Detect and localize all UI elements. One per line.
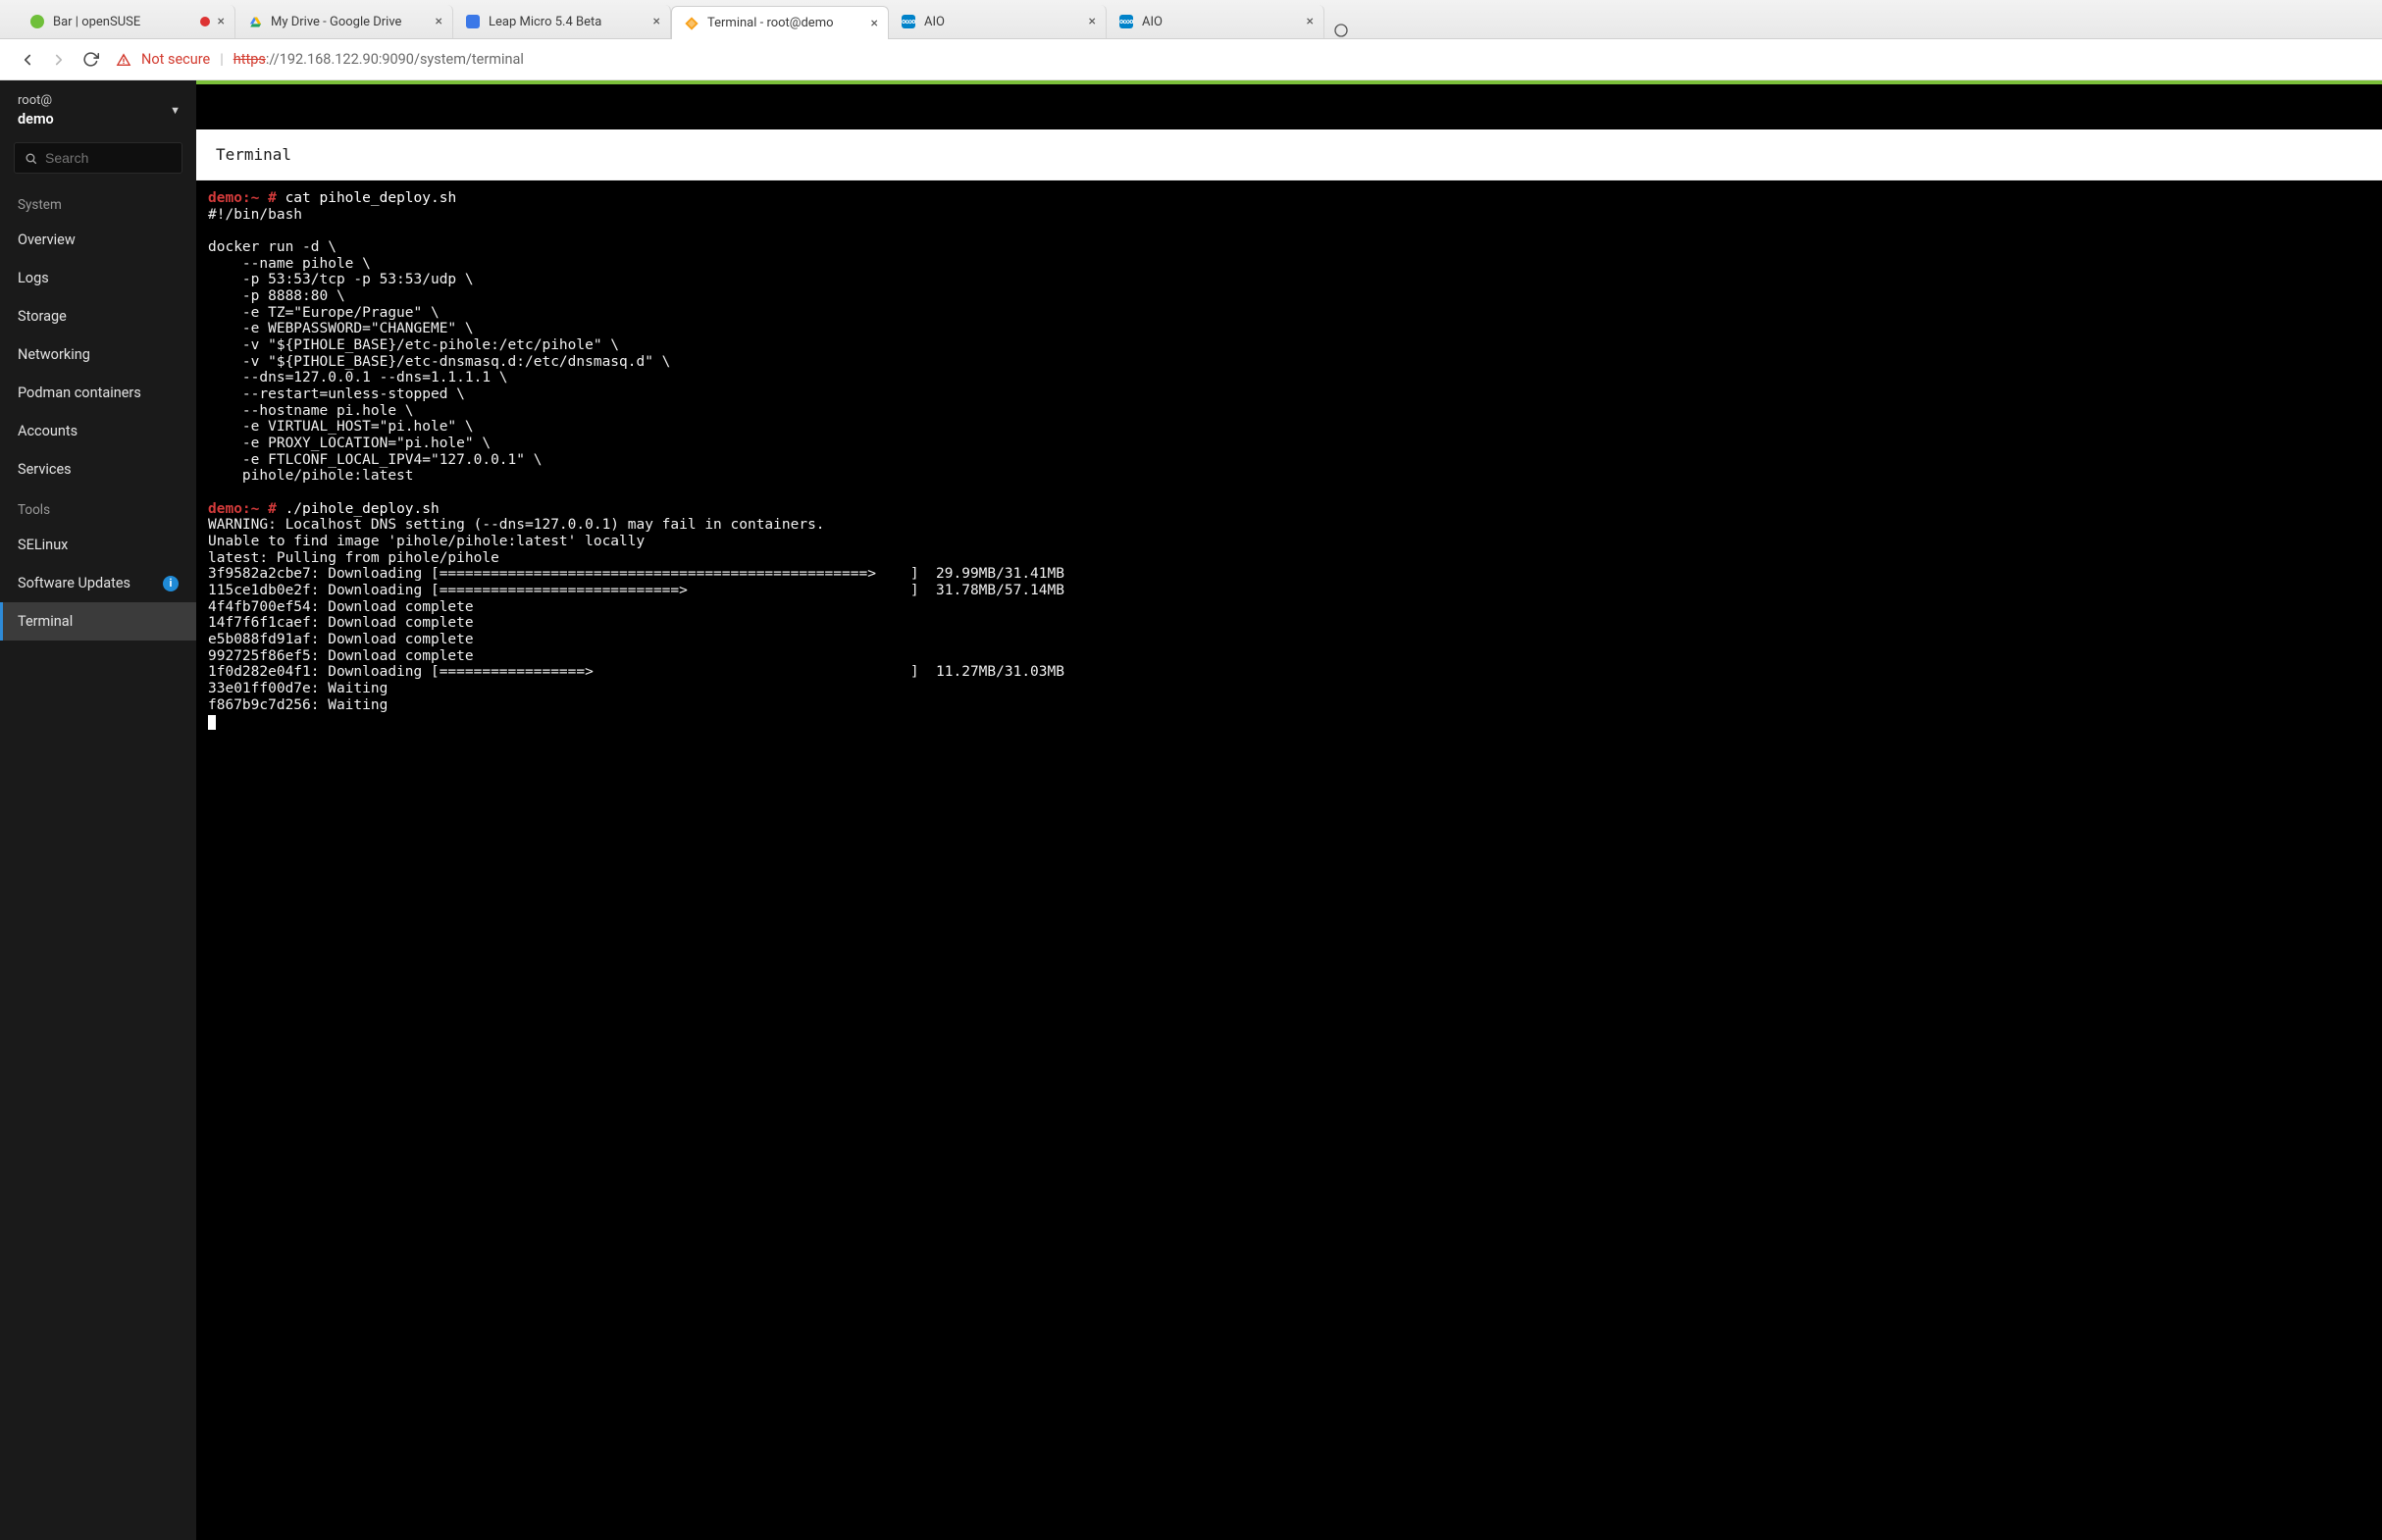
address-field[interactable]: Not secure | https://192.168.122.90:9090… (106, 45, 2370, 75)
sidebar-item-overview[interactable]: Overview (0, 221, 196, 259)
sidebar: root@ demo ▼ System Overview Logs Storage Ne… (0, 80, 196, 1540)
host-selector[interactable]: root@ demo ▼ (0, 80, 196, 138)
tab-title: Terminal - root@demo (707, 16, 863, 30)
tab-close-icon[interactable]: × (1307, 15, 1314, 28)
tab-favicon (29, 14, 45, 29)
tab-title: My Drive - Google Drive (271, 15, 428, 29)
tab-close-icon[interactable]: × (218, 15, 225, 28)
not-secure-label: Not secure (141, 51, 210, 68)
terminal-cursor (208, 715, 216, 730)
tab-favicon: o∞o (901, 14, 916, 29)
sidebar-item-updates[interactable]: Software Updates i (0, 564, 196, 602)
sidebar-item-label: Accounts (18, 423, 78, 439)
sidebar-item-label: Podman containers (18, 385, 141, 401)
terminal-output[interactable]: demo:~ # cat pihole_deploy.sh #!/bin/bas… (196, 180, 2382, 1540)
sidebar-item-storage[interactable]: Storage (0, 297, 196, 335)
tab-title: AIO (924, 15, 1081, 29)
sidebar-item-label: Services (18, 461, 72, 478)
sidebar-item-services[interactable]: Services (0, 450, 196, 488)
search-icon (25, 152, 37, 165)
info-badge-icon: i (163, 576, 179, 591)
sidebar-item-label: Storage (18, 308, 67, 325)
top-masthead (196, 84, 2382, 129)
host-name: demo (18, 110, 54, 129)
tab-title: Bar | openSUSE (53, 15, 194, 29)
tab-close-icon[interactable]: × (1089, 15, 1096, 28)
sidebar-item-label: Software Updates (18, 575, 130, 591)
sidebar-item-selinux[interactable]: SELinux (0, 526, 196, 564)
url-text: https://192.168.122.90:9090/system/termi… (233, 51, 524, 68)
sidebar-item-label: Logs (18, 270, 49, 286)
browser-address-bar: Not secure | https://192.168.122.90:9090… (0, 39, 2382, 80)
chevron-down-icon: ▼ (170, 104, 181, 117)
sidebar-item-label: Overview (18, 231, 76, 248)
sidebar-item-accounts[interactable]: Accounts (0, 412, 196, 450)
sidebar-item-label: SELinux (18, 537, 68, 553)
browser-tab[interactable]: Bar | openSUSE × (18, 5, 235, 38)
browser-tab[interactable]: o∞o AIO × (1107, 5, 1324, 38)
tab-favicon (684, 16, 699, 31)
browser-tabstrip: Bar | openSUSE×My Drive - Google Drive×L… (0, 0, 2382, 39)
nav-reload-button[interactable] (75, 44, 106, 76)
not-secure-icon (116, 52, 131, 68)
sidebar-section-label: System (0, 183, 196, 221)
search-input-wrap[interactable] (14, 142, 182, 174)
tab-title: Leap Micro 5.4 Beta (489, 15, 646, 29)
browser-tab[interactable]: Terminal - root@demo × (671, 6, 889, 39)
tab-favicon (247, 14, 263, 29)
sidebar-section-label: Tools (0, 488, 196, 526)
search-input[interactable] (45, 150, 172, 166)
tab-close-icon[interactable]: × (653, 15, 660, 28)
accent-strip (196, 80, 2382, 84)
tab-close-icon[interactable]: × (436, 15, 442, 28)
sidebar-item-label: Terminal (18, 613, 73, 630)
content-area: Terminal demo:~ # cat pihole_deploy.sh #… (196, 80, 2382, 1540)
host-user: root@ (18, 92, 54, 110)
browser-tab[interactable]: Leap Micro 5.4 Beta × (453, 5, 671, 38)
nav-back-button[interactable] (12, 44, 43, 76)
tab-title: AIO (1142, 15, 1299, 29)
page-title: Terminal (196, 129, 2382, 180)
sidebar-item-logs[interactable]: Logs (0, 259, 196, 297)
tab-favicon (465, 14, 481, 29)
browser-tab[interactable]: o∞o AIO × (889, 5, 1107, 38)
tab-close-icon[interactable]: × (871, 17, 878, 30)
browser-tab[interactable]: My Drive - Google Drive × (235, 5, 453, 38)
tab-favicon: o∞o (1118, 14, 1134, 29)
tab-overflow-icon[interactable] (1324, 23, 1358, 38)
sidebar-item-networking[interactable]: Networking (0, 335, 196, 374)
sidebar-item-podman[interactable]: Podman containers (0, 374, 196, 412)
sidebar-item-label: Networking (18, 346, 90, 363)
address-separator: | (220, 51, 224, 68)
sidebar-item-terminal[interactable]: Terminal (0, 602, 196, 641)
record-icon (200, 17, 210, 26)
nav-forward-button[interactable] (43, 44, 75, 76)
